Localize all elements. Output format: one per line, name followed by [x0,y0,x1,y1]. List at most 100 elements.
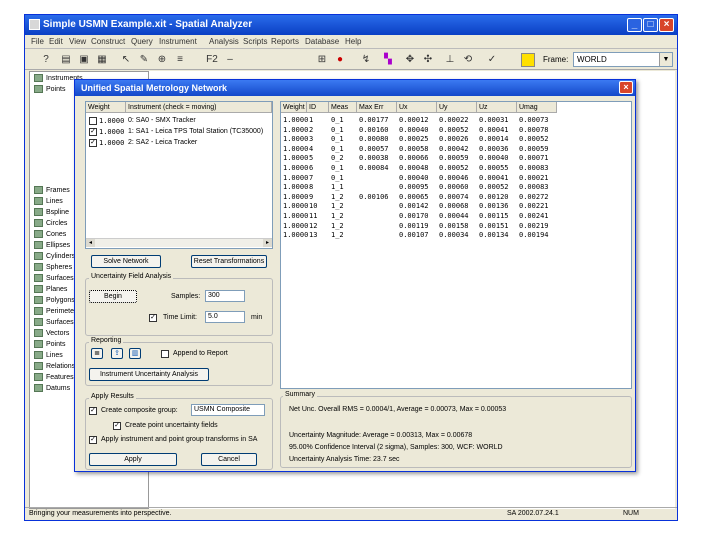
tree-item[interactable]: Cones [34,230,66,238]
cancel-button[interactable]: Cancel [201,453,257,466]
line-icon [34,197,43,205]
menu-query[interactable]: Query [131,37,153,46]
col-header[interactable]: Weight [281,102,307,113]
tree-item[interactable]: Lines [34,197,63,205]
tree-item[interactable]: Features [34,373,74,381]
wrench-icon[interactable]: ✓ [485,53,499,67]
tree-item[interactable]: Ellipses [34,241,70,249]
menu-edit[interactable]: Edit [49,37,63,46]
col-header[interactable]: Max Err [357,102,397,113]
instrument-label[interactable]: 1: SA1 - Leica TPS Total Station (TC3500… [128,128,263,135]
tree-item[interactable]: Polygons [34,296,75,304]
menu-reports[interactable]: Reports [271,37,299,46]
menu-view[interactable]: View [69,37,86,46]
color-swatch-icon[interactable] [521,53,535,67]
tree-item[interactable]: Surfaces [34,274,74,282]
horizontal-scrollbar[interactable]: ◂ ▸ [86,238,272,247]
samples-input[interactable]: 300 [205,290,245,302]
menu-help[interactable]: Help [345,37,361,46]
col-header[interactable]: Umag [517,102,557,113]
menu-construct[interactable]: Construct [91,37,125,46]
time-limit-input[interactable]: 5.0 [205,311,245,323]
instrument-uncertainty-button[interactable]: Instrument Uncertainty Analysis [89,368,209,381]
tree-item[interactable]: Lines [34,351,63,359]
col-header[interactable]: Uy [437,102,477,113]
scroll-left-icon[interactable]: ◂ [86,239,95,247]
list-icon[interactable]: ≡ [173,53,187,67]
create-group-checkbox[interactable]: ✓ [89,407,97,415]
frame-select[interactable]: WORLD ▼ [573,52,673,67]
results-table[interactable]: Weight ID Meas Max Err Ux Uy Uz Umag 1.0… [280,101,632,389]
instrument-checkbox[interactable]: ✓ [89,139,97,147]
group-name-input[interactable]: USMN Composite [191,404,265,416]
tree-item[interactable]: Points [34,340,65,348]
perp-icon[interactable]: ⊥ [443,53,457,67]
tree-item[interactable]: Cylinders [34,252,75,260]
dialog-title-bar[interactable]: Unified Spatial Metrology Network × [75,80,635,96]
print-icon[interactable]: ▦ [95,53,109,67]
reset-transformations-button[interactable]: Reset Transformations [191,255,267,268]
help-icon[interactable]: ? [39,53,53,67]
instrument-label[interactable]: 0: SA0 - SMX Tracker [128,117,196,124]
dialog-close-button[interactable]: × [619,81,633,94]
menu-file[interactable]: File [31,37,44,46]
menu-scripts[interactable]: Scripts [243,37,267,46]
grid-icon[interactable]: ⊞ [315,53,329,67]
chevron-down-icon[interactable]: ▼ [659,53,672,66]
zoom-icon[interactable]: ⊕ [155,53,169,67]
axes-icon[interactable]: ✣ [421,53,435,67]
instrument-list[interactable]: Weight Instrument (check = moving) 1.000… [85,101,273,249]
tree-item[interactable]: Perimeters [34,307,80,315]
tree-item[interactable]: Vectors [34,329,69,337]
tree-item[interactable]: Bspline [34,208,69,216]
minimize-button[interactable]: _ [627,18,642,32]
tree-item[interactable]: Surfaces [34,318,74,326]
solve-network-button[interactable]: Solve Network [91,255,161,268]
title-bar[interactable]: Simple USMN Example.xit - Spatial Analyz… [25,15,677,35]
export-icon[interactable]: ⇪ [111,348,123,359]
f2-icon[interactable]: F2 [205,53,219,67]
col-header[interactable]: Meas [329,102,357,113]
report-icon[interactable]: ≣ [91,348,103,359]
target-icon[interactable]: ✥ [403,53,417,67]
apply-button[interactable]: Apply [89,453,177,466]
col-weight-header[interactable]: Weight [86,102,126,113]
time-limit-checkbox[interactable]: ✓ [149,314,157,322]
instrument-checkbox[interactable]: ✓ [89,128,97,136]
open-icon[interactable]: ▤ [59,53,73,67]
begin-button[interactable]: Begin [89,290,137,303]
maximize-button[interactable]: □ [643,18,658,32]
measure-icon[interactable]: ✎ [137,53,151,67]
tree-item[interactable]: Spheres [34,263,72,271]
tree-item[interactable]: Points [34,85,65,93]
tree-item[interactable]: Planes [34,285,67,293]
row-ux: 0.00119 [399,221,429,230]
tree-item[interactable]: Datums [34,384,70,392]
col-header[interactable]: Uz [477,102,517,113]
fit-icon[interactable]: ↯ [359,53,373,67]
frame-icon[interactable]: ▚ [381,53,395,67]
col-instrument-header[interactable]: Instrument (check = moving) [126,102,272,113]
apply-transforms-checkbox[interactable]: ✓ [89,436,97,444]
select-icon[interactable]: ↖ [119,53,133,67]
instrument-checkbox[interactable] [89,117,97,125]
dash-icon[interactable]: – [223,53,237,67]
chart-icon[interactable]: ▥ [129,348,141,359]
col-header[interactable]: ID [307,102,329,113]
menu-instrument[interactable]: Instrument [159,37,197,46]
stop-icon[interactable]: ● [333,53,347,67]
tree-item[interactable]: Frames [34,186,70,194]
close-button[interactable]: × [659,18,674,32]
tree-item[interactable]: Circles [34,219,67,227]
col-header[interactable]: Ux [397,102,437,113]
append-report-checkbox[interactable] [161,350,169,358]
rotate-icon[interactable]: ⟲ [461,53,475,67]
row-uy: 0.00042 [439,144,469,153]
scroll-right-icon[interactable]: ▸ [263,239,272,247]
menu-database[interactable]: Database [305,37,339,46]
instrument-label[interactable]: 2: SA2 - Leica Tracker [128,139,197,146]
row-umag: 0.00219 [519,221,549,230]
create-point-fields-checkbox[interactable]: ✓ [113,422,121,430]
menu-analysis[interactable]: Analysis [209,37,239,46]
save-icon[interactable]: ▣ [77,53,91,67]
